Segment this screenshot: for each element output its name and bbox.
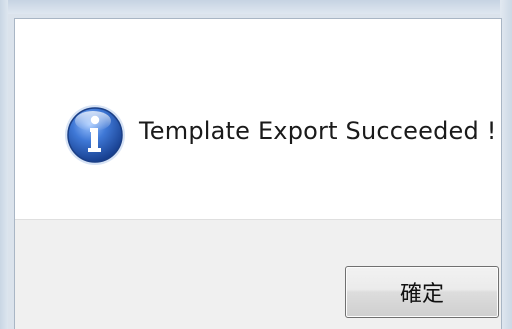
window-frame-left xyxy=(0,0,8,329)
message-dialog: Template Export Succeeded ! 確定 xyxy=(14,18,502,329)
window-frame-top xyxy=(0,0,512,14)
dialog-footer: 確定 xyxy=(15,219,501,329)
ok-button[interactable]: 確定 xyxy=(345,266,499,318)
information-icon xyxy=(63,103,127,167)
dialog-message: Template Export Succeeded ! xyxy=(139,117,497,145)
dialog-content: Template Export Succeeded ! xyxy=(15,19,501,219)
